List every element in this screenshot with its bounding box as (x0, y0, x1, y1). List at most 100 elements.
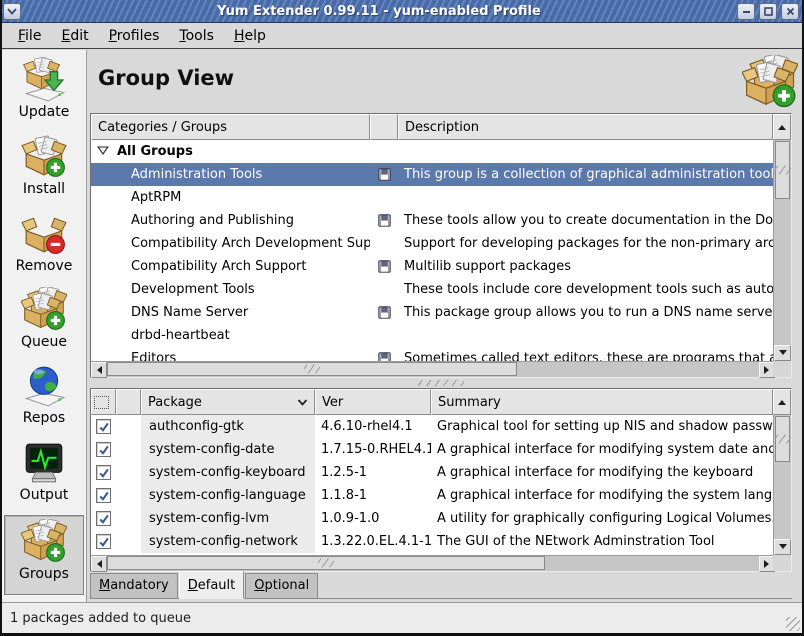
expander-open-icon[interactable] (97, 144, 109, 159)
hscrollbar-thumb[interactable] (107, 362, 517, 376)
package-version-cell: 1.0.9-1.0 (315, 507, 431, 530)
menu-item-file[interactable]: File (8, 25, 51, 47)
window-title: Yum Extender 0.99.11 - yum-enabled Profi… (23, 4, 735, 19)
maximize-button[interactable] (759, 3, 777, 20)
tab-optional[interactable]: Optional (245, 573, 318, 598)
package-row[interactable]: system-config-date1.7.15-0.RHEL4.1A grap… (91, 438, 773, 461)
package-summary-label: A graphical interface for modifying the … (437, 488, 773, 503)
scrollbar-left-button[interactable] (91, 362, 107, 378)
group-tree-row[interactable]: All Groups (91, 140, 773, 163)
hscrollbar-track[interactable] (517, 362, 759, 377)
menu-item-profiles[interactable]: Profiles (99, 25, 170, 47)
arrow-down-icon (779, 544, 787, 553)
yum-extender-window: Yum Extender 0.99.11 - yum-enabled Profi… (0, 0, 804, 636)
group-tree-row[interactable]: DNS Name ServerThis package group allows… (91, 301, 773, 324)
scrollbar-down-button[interactable] (774, 539, 791, 555)
sidebar-item-output[interactable]: Output (4, 440, 84, 514)
sidebar-item-label: Repos (23, 410, 65, 426)
package-summary-cell: A utility for graphically configuring Lo… (431, 507, 773, 530)
splitter-grip-icon (418, 380, 464, 386)
column-header-summary[interactable]: Summary (431, 389, 773, 415)
package-checkbox[interactable] (96, 488, 111, 503)
minimize-button[interactable] (737, 3, 755, 20)
update-box-icon (21, 57, 67, 103)
package-status-cell (116, 415, 141, 438)
sidebar-item-update[interactable]: Update (4, 57, 84, 131)
column-header-status[interactable] (116, 389, 141, 415)
package-version-cell: 1.7.15-0.RHEL4.1 (315, 438, 431, 461)
package-table-vscrollbar[interactable] (773, 415, 791, 555)
package-name-label: system-config-language (149, 488, 306, 503)
group-tree-row[interactable]: Authoring and PublishingThese tools allo… (91, 209, 773, 232)
group-tree-row[interactable]: Development Tools These tools include cor… (91, 278, 773, 301)
package-checkbox[interactable] (96, 442, 111, 457)
menu-item-edit[interactable]: Edit (51, 25, 98, 47)
group-description-label: These tools include core development too… (404, 282, 773, 297)
group-icon-cell (370, 278, 398, 301)
sidebar-item-repos[interactable]: Repos (4, 363, 84, 437)
sidebar-item-queue[interactable]: Queue (4, 287, 84, 361)
package-checkbox[interactable] (96, 511, 111, 526)
output-monitor-icon (21, 440, 67, 486)
window-menu-button[interactable] (3, 3, 21, 20)
group-tree-row[interactable]: Administration ToolsThis group is a coll… (91, 163, 773, 186)
package-row[interactable]: system-config-keyboard1.2.5-1A graphical… (91, 461, 773, 484)
sidebar-item-label: Output (20, 487, 69, 503)
column-header-checkbox[interactable] (91, 389, 116, 415)
arrow-right-icon (764, 560, 773, 568)
package-summary-label: A utility for graphically configuring Lo… (437, 511, 773, 526)
column-header-ver[interactable]: Ver (315, 389, 431, 415)
sidebar-item-remove[interactable]: Remove (4, 211, 84, 285)
package-version-label: 4.6.10-rhel4.1 (321, 419, 413, 434)
package-checkbox[interactable] (96, 465, 111, 480)
vscrollbar-thumb[interactable] (775, 141, 790, 199)
package-row[interactable]: system-config-network1.3.22.0.EL.4.1-1Th… (91, 530, 773, 553)
package-name-label: authconfig-gtk (149, 419, 244, 434)
tab-mandatory[interactable]: Mandatory (90, 573, 178, 598)
column-header-icon[interactable] (370, 114, 398, 140)
floppy-icon (378, 214, 391, 227)
resize-grip[interactable] (786, 617, 800, 631)
menu-item-tools[interactable]: Tools (169, 25, 224, 47)
sidebar-item-groups[interactable]: Groups (4, 515, 84, 595)
hscrollbar-track[interactable] (545, 556, 759, 571)
group-icon-cell (370, 140, 398, 163)
tab-default[interactable]: Default (179, 571, 245, 598)
package-row[interactable]: authconfig-gtk4.6.10-rhel4.1Graphical to… (91, 415, 773, 438)
close-button[interactable] (781, 3, 799, 20)
vscrollbar-thumb[interactable] (775, 416, 790, 462)
group-name-label: Development Tools (131, 282, 255, 297)
package-row[interactable]: system-config-lvm1.0.9-1.0A utility for … (91, 507, 773, 530)
package-checkbox-cell (91, 415, 116, 438)
column-header-categories[interactable]: Categories / Groups (91, 114, 370, 140)
scrollbar-left-button[interactable] (91, 556, 107, 572)
close-icon (786, 7, 795, 16)
group-tree-hscrollbar[interactable] (91, 361, 775, 377)
titlebar[interactable]: Yum Extender 0.99.11 - yum-enabled Profi… (0, 0, 804, 23)
scrollbar-down-button[interactable] (774, 345, 791, 361)
scrollbar-top-button[interactable] (773, 114, 791, 140)
scrollbar-top-button[interactable] (773, 389, 791, 415)
hscrollbar-thumb[interactable] (107, 556, 545, 570)
pane-splitter[interactable] (90, 378, 792, 388)
package-table: Package Ver Summary authconfig-gtk 4.6.10… (90, 388, 792, 572)
group-tree-row[interactable]: drbd-heartbeat (91, 324, 773, 347)
column-header-description[interactable]: Description (398, 114, 773, 140)
package-row[interactable]: system-config-language1.1.8-1A graphical… (91, 484, 773, 507)
group-tree-row[interactable]: Compatibility Arch Development SupportSu… (91, 232, 773, 255)
package-table-hscrollbar[interactable] (91, 555, 775, 571)
package-summary-label: The GUI of the NEtwork Adminstration Too… (437, 534, 715, 549)
package-version-cell: 1.2.5-1 (315, 461, 431, 484)
column-header-package[interactable]: Package (141, 389, 315, 415)
group-tree-row[interactable]: Compatibility Arch SupportMultilib suppo… (91, 255, 773, 278)
package-checkbox[interactable] (96, 534, 111, 549)
group-tree-vscrollbar[interactable] (773, 140, 791, 361)
group-tree-row[interactable]: AptRPM (91, 186, 773, 209)
group-name-cell: Compatibility Arch Development Support (91, 232, 370, 255)
group-tree-row[interactable]: EditorsSometimes called text editors, th… (91, 347, 773, 361)
maximize-icon (764, 7, 773, 16)
package-checkbox[interactable] (96, 419, 111, 434)
package-status-cell (116, 484, 141, 507)
sidebar-item-install[interactable]: Install (4, 134, 84, 208)
menu-item-help[interactable]: Help (224, 25, 276, 47)
